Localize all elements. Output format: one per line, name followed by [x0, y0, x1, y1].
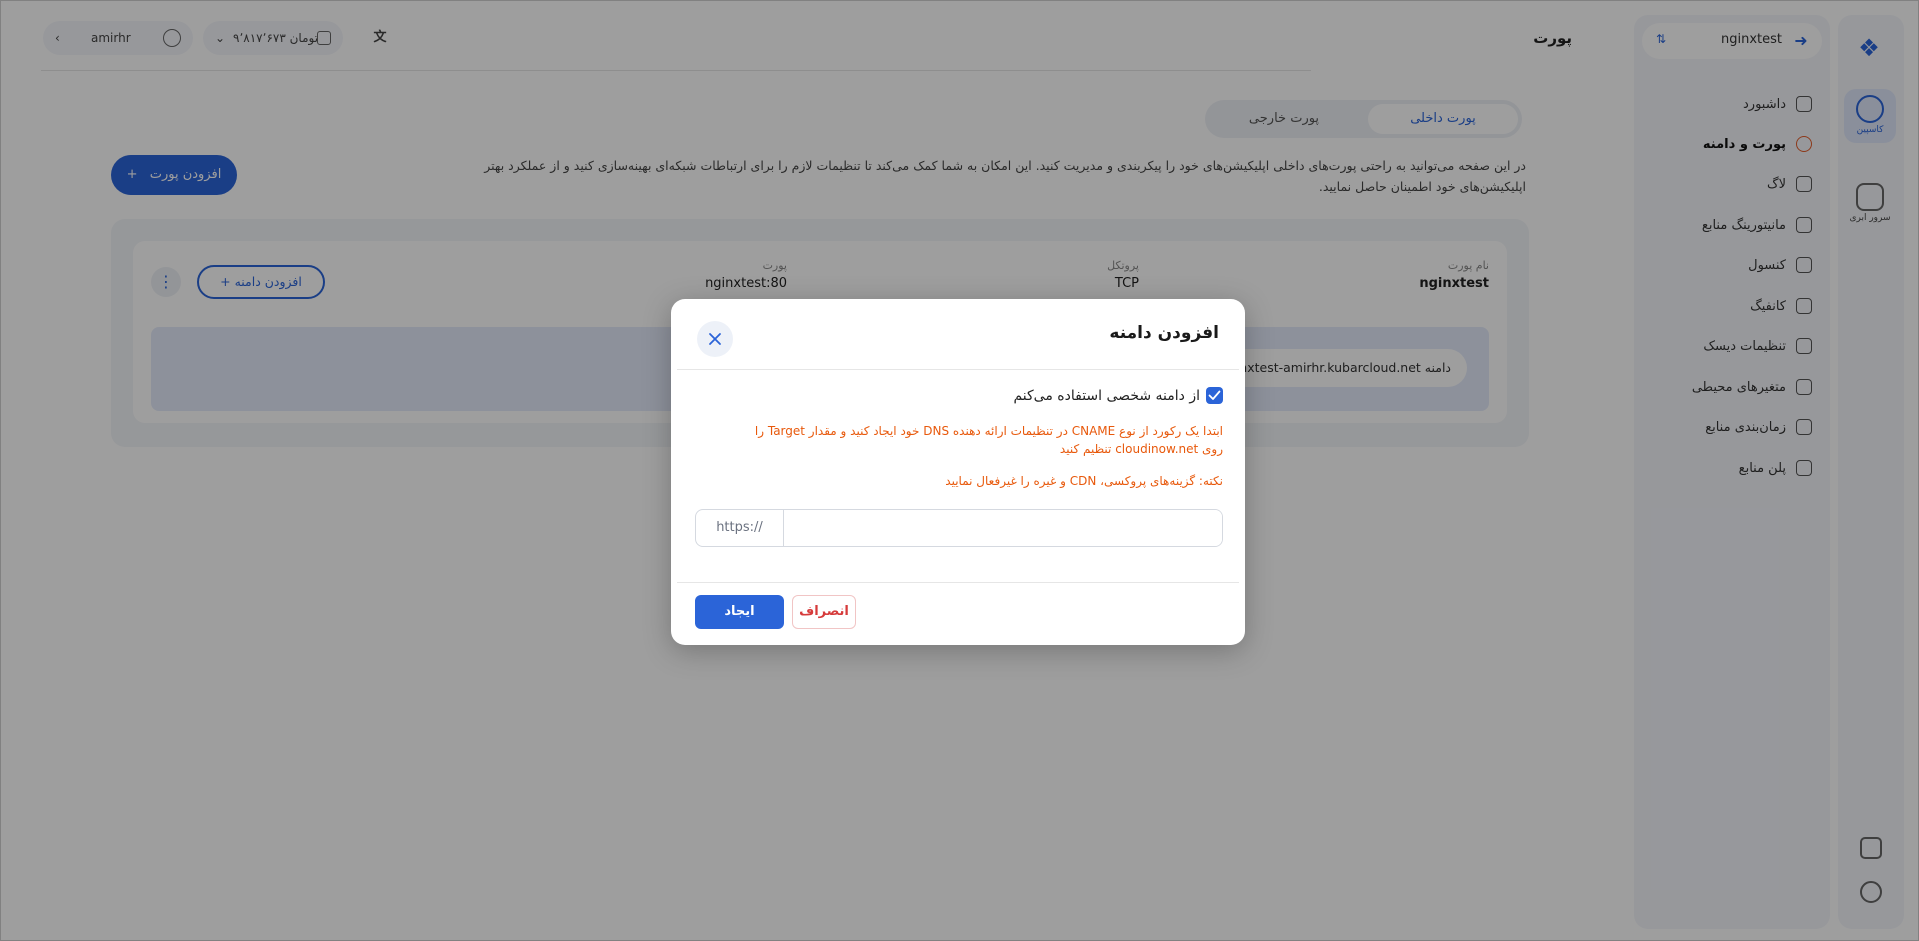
url-prefix: https://: [696, 510, 784, 546]
modal-divider: [677, 369, 1239, 370]
domain-url-field: https://: [695, 509, 1223, 547]
custom-domain-checkbox[interactable]: [1206, 387, 1223, 404]
proxy-note: نکته: گزینه‌های پروکسی، CDN و غیره را غی…: [945, 474, 1223, 488]
create-button[interactable]: ایجاد: [695, 595, 784, 629]
custom-domain-label: از دامنه شخصی استفاده می‌کنم: [1013, 387, 1200, 404]
add-domain-modal: افزودن دامنه از دامنه شخصی استفاده می‌کن…: [671, 299, 1245, 645]
modal-divider: [677, 582, 1239, 583]
cname-instruction: ابتدا یک رکورد از نوع CNAME در تنظیمات ا…: [754, 424, 1223, 456]
domain-input[interactable]: [785, 510, 1222, 546]
custom-domain-row: از دامنه شخصی استفاده می‌کنم: [1013, 387, 1223, 404]
cancel-button[interactable]: انصراف: [792, 595, 856, 629]
close-icon: [709, 333, 721, 345]
check-icon: [1208, 390, 1221, 400]
modal-title: افزودن دامنه: [1109, 323, 1219, 343]
close-button[interactable]: [697, 321, 733, 357]
